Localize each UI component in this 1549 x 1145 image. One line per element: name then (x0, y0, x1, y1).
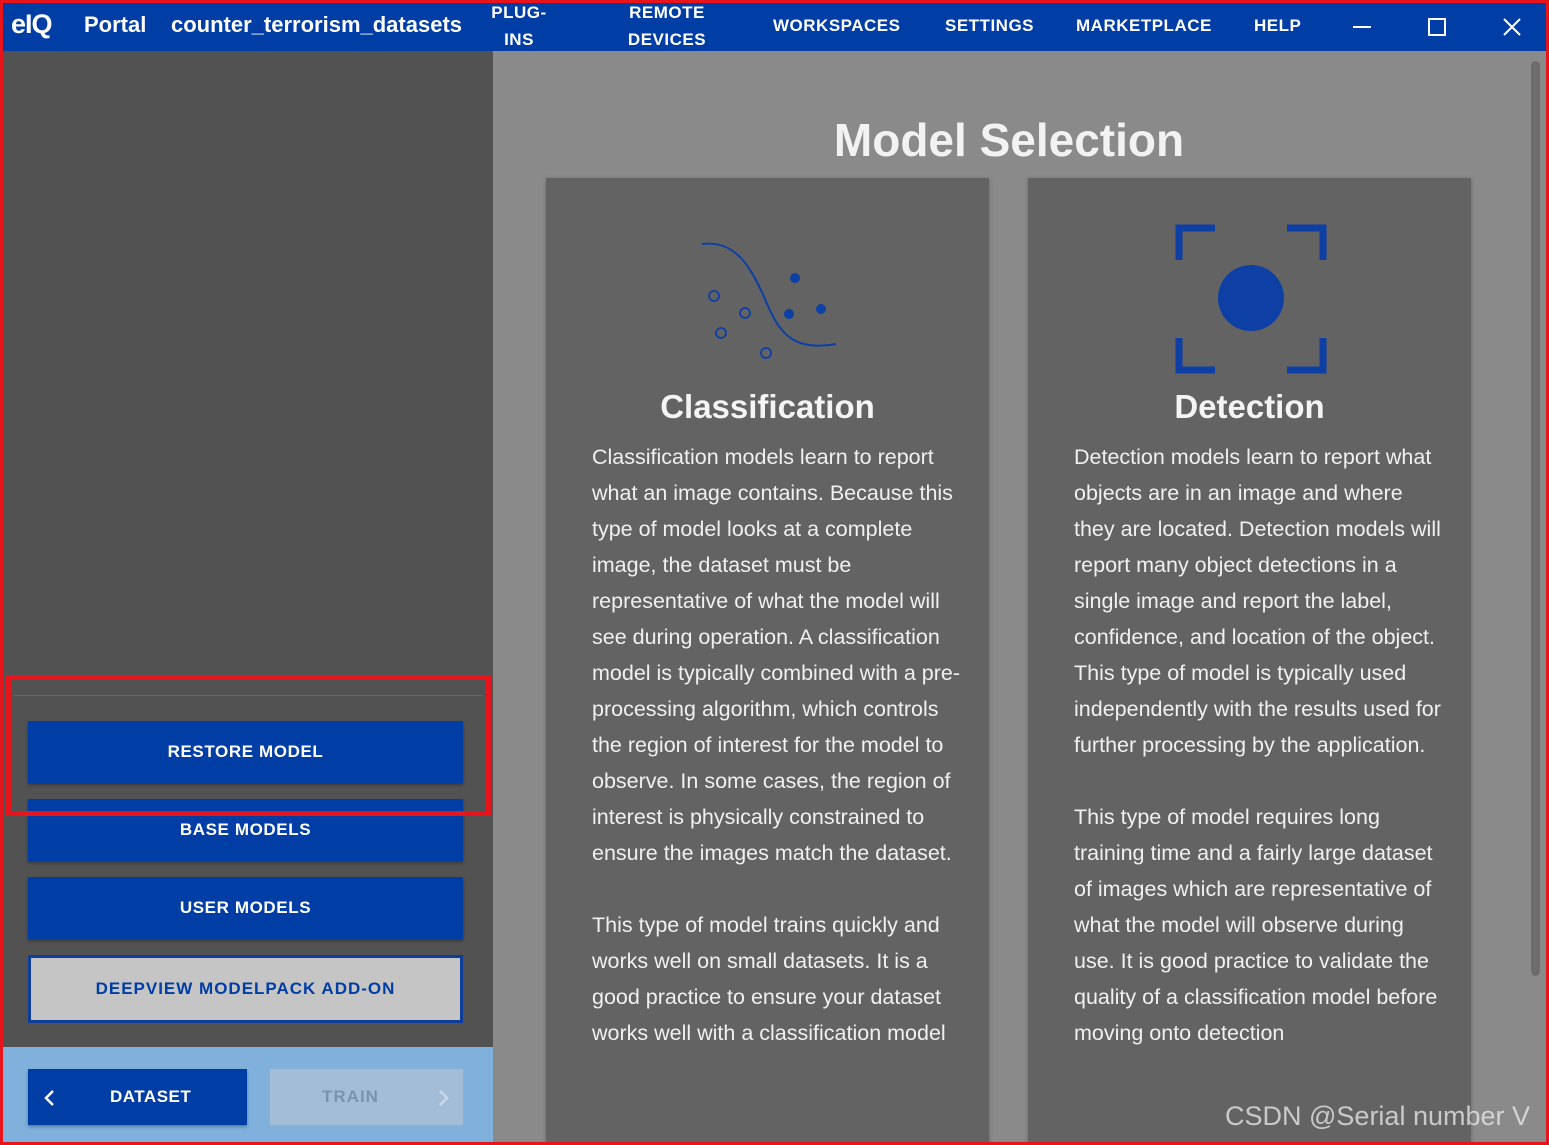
dataset-back-label: DATASET (110, 1087, 192, 1106)
classification-curve-icon (701, 242, 837, 359)
nav-plugins-line1: PLUG- (491, 3, 547, 22)
nav-plugins[interactable]: PLUG- INS (483, 3, 555, 53)
highlight-box (6, 675, 491, 816)
modelpack-addon-label: DEEPVIEW MODELPACK ADD-ON (95, 979, 396, 998)
user-models-label: USER MODELS (179, 898, 312, 917)
classification-title: Classification (660, 388, 875, 425)
user-models-button[interactable]: USER MODELS (28, 877, 463, 939)
dataset-back-button[interactable]: DATASET (28, 1069, 247, 1125)
train-next-button: TRAIN (270, 1069, 463, 1125)
maximize-button[interactable] (1417, 7, 1457, 47)
page-title: Model Selection (833, 114, 1185, 166)
classification-paragraph-2: This type of model trains quickly and wo… (592, 913, 946, 1045)
maximize-icon (1428, 18, 1446, 36)
classification-card[interactable]: Classification Classification models lea… (546, 178, 989, 1142)
minimize-button[interactable] (1342, 7, 1382, 47)
chevron-right-icon (439, 1090, 449, 1106)
detection-paragraph-2: This type of model requires long trainin… (1074, 805, 1438, 1045)
app-name: Portal (84, 12, 147, 37)
detection-description: Detection models learn to report what ob… (1074, 439, 1444, 1087)
chevron-left-icon (44, 1090, 54, 1106)
close-button[interactable] (1492, 7, 1532, 47)
nav-remote-devices[interactable]: REMOTE DEVICES (615, 3, 719, 53)
main-content: Model Selection Classification Classific… (493, 51, 1546, 1142)
step-navigation-bar: DATASET TRAIN (3, 1047, 493, 1142)
nav-remote-devices-line1: REMOTE (629, 3, 705, 22)
base-models-label: BASE MODELS (179, 820, 312, 839)
detection-target-icon (1175, 224, 1327, 374)
app-window: eIQ Portal counter_terrorism_datasets PL… (0, 0, 1549, 1145)
eiq-logo: eIQ (11, 9, 53, 39)
close-icon (1503, 18, 1521, 36)
detection-card[interactable]: Detection Detection models learn to repo… (1028, 178, 1471, 1142)
detection-title: Detection (1174, 388, 1325, 425)
left-panel: RESTORE MODEL BASE MODELS USER MODELS DE… (3, 51, 493, 1142)
title-bar: eIQ Portal counter_terrorism_datasets PL… (3, 3, 1546, 51)
nav-help[interactable]: HELP (1254, 12, 1301, 39)
nav-settings[interactable]: SETTINGS (945, 12, 1034, 39)
classification-paragraph-1: Classification models learn to report wh… (592, 445, 961, 865)
main-scrollbar[interactable] (1531, 61, 1540, 976)
train-next-label: TRAIN (322, 1087, 379, 1106)
nav-remote-devices-line2: DEVICES (627, 30, 707, 49)
classification-description: Classification models learn to report wh… (592, 439, 962, 1087)
workspace-name: counter_terrorism_datasets (171, 12, 463, 37)
nav-plugins-line2: INS (504, 30, 534, 49)
detection-paragraph-1: Detection models learn to report what ob… (1074, 445, 1441, 757)
nav-marketplace[interactable]: MARKETPLACE (1076, 12, 1212, 39)
nav-workspaces[interactable]: WORKSPACES (773, 12, 900, 39)
minimize-icon (1353, 26, 1371, 28)
modelpack-addon-button[interactable]: DEEPVIEW MODELPACK ADD-ON (28, 955, 463, 1023)
watermark: CSDN @Serial number V (1225, 1101, 1531, 1131)
